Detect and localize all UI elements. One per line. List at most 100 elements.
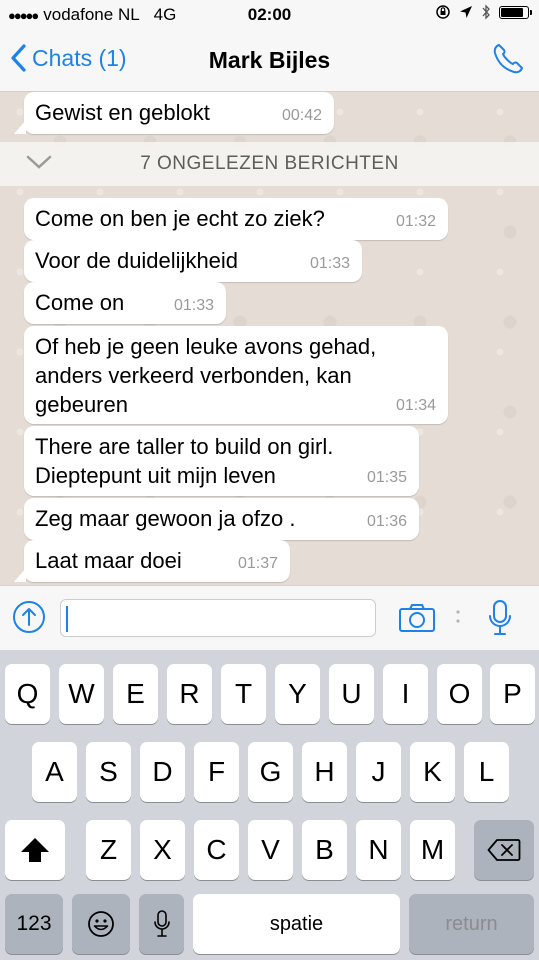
key-g[interactable]: G bbox=[248, 742, 293, 802]
message-bubble: Laat maar doei 01:37 bbox=[14, 540, 290, 582]
message-time: 01:36 bbox=[366, 513, 407, 530]
divider-dots bbox=[455, 608, 461, 633]
key-label: Q bbox=[16, 678, 39, 709]
microphone-icon bbox=[489, 600, 511, 635]
message-time: 01:33 bbox=[173, 297, 214, 314]
space-key[interactable]: spatie bbox=[193, 894, 400, 954]
key-a[interactable]: A bbox=[32, 742, 77, 802]
key-label: I bbox=[401, 678, 410, 709]
emoji-icon bbox=[88, 911, 114, 937]
key-label: F bbox=[207, 756, 226, 787]
key-t[interactable]: T bbox=[221, 664, 266, 724]
key-e[interactable]: E bbox=[113, 664, 158, 724]
message-time: 01:35 bbox=[366, 469, 407, 486]
shift-key[interactable] bbox=[5, 820, 65, 880]
key-label: G bbox=[259, 756, 282, 787]
message-time: 00:42 bbox=[281, 107, 322, 124]
chevron-down-icon bbox=[26, 155, 52, 169]
backspace-icon bbox=[487, 839, 521, 861]
key-label: D bbox=[152, 756, 173, 787]
key-w[interactable]: W bbox=[59, 664, 104, 724]
return-key[interactable]: return bbox=[409, 894, 534, 954]
message-time: 01:32 bbox=[395, 213, 436, 230]
key-label: W bbox=[68, 678, 95, 709]
key-q[interactable]: Q bbox=[5, 664, 50, 724]
message-text: Come on ben je echt zo ziek? bbox=[35, 206, 325, 231]
message-bubble: Voor de duidelijkheid 01:33 bbox=[24, 240, 362, 282]
key-l[interactable]: L bbox=[464, 742, 509, 802]
key-r[interactable]: R bbox=[167, 664, 212, 724]
key-k[interactable]: K bbox=[410, 742, 455, 802]
key-i[interactable]: I bbox=[383, 664, 428, 724]
key-label: Y bbox=[288, 678, 307, 709]
chat-header: Chats (1) Mark Bijles bbox=[0, 30, 539, 92]
key-p[interactable]: P bbox=[490, 664, 535, 724]
key-label: J bbox=[371, 756, 386, 787]
message-text: Zeg maar gewoon ja ofzo . bbox=[35, 506, 296, 531]
bluetooth-icon bbox=[482, 4, 490, 20]
dictation-key[interactable] bbox=[139, 894, 184, 954]
key-x[interactable]: X bbox=[140, 820, 185, 880]
key-label: B bbox=[315, 834, 334, 865]
camera-button[interactable] bbox=[398, 603, 436, 638]
numbers-key[interactable]: 123 bbox=[5, 894, 63, 954]
location-icon bbox=[460, 6, 472, 18]
key-label: R bbox=[179, 678, 200, 709]
key-label: K bbox=[423, 756, 442, 787]
chat-area[interactable]: Gewist en geblokt 00:42 7 ONGELEZEN BERI… bbox=[0, 92, 539, 585]
shift-arrow-icon bbox=[21, 838, 49, 862]
contact-name[interactable]: Mark Bijles bbox=[0, 47, 539, 74]
message-bubble: Of heb je geen leuke avons gehad, anders… bbox=[24, 326, 448, 424]
camera-icon bbox=[399, 604, 435, 632]
message-time: 01:33 bbox=[309, 255, 350, 272]
message-bubble: Come on 01:33 bbox=[24, 282, 226, 324]
key-label: U bbox=[341, 678, 362, 709]
emoji-key[interactable] bbox=[72, 894, 130, 954]
key-label: N bbox=[368, 834, 389, 865]
key-c[interactable]: C bbox=[194, 820, 239, 880]
message-text: Gewist en geblokt bbox=[35, 100, 210, 125]
key-s[interactable]: S bbox=[86, 742, 131, 802]
key-label: M bbox=[420, 834, 445, 865]
unread-messages-banner: 7 ONGELEZEN BERICHTEN bbox=[0, 142, 539, 186]
key-u[interactable]: U bbox=[329, 664, 374, 724]
key-m[interactable]: M bbox=[410, 820, 455, 880]
key-label: S bbox=[99, 756, 118, 787]
message-text: Of heb je geen leuke avons gehad, anders… bbox=[35, 334, 377, 417]
message-time: 01:34 bbox=[395, 397, 436, 414]
backspace-key[interactable] bbox=[474, 820, 534, 880]
share-icon bbox=[13, 601, 45, 633]
keyboard: Q W E R T Y U I O P A S D F G H J K L Z … bbox=[0, 650, 539, 960]
key-n[interactable]: N bbox=[356, 820, 401, 880]
key-label: H bbox=[314, 756, 335, 787]
key-label: C bbox=[206, 834, 227, 865]
message-time: 01:37 bbox=[237, 555, 278, 572]
key-d[interactable]: D bbox=[140, 742, 185, 802]
key-label: T bbox=[234, 678, 253, 709]
message-bubble: There are taller to build on girl. Diept… bbox=[24, 426, 419, 496]
key-z[interactable]: Z bbox=[86, 820, 131, 880]
message-composer bbox=[0, 585, 539, 650]
message-input[interactable] bbox=[60, 599, 376, 637]
key-b[interactable]: B bbox=[302, 820, 347, 880]
message-text: Voor de duidelijkheid bbox=[35, 248, 239, 273]
key-label: spatie bbox=[269, 913, 324, 935]
key-label: return bbox=[445, 913, 498, 935]
key-v[interactable]: V bbox=[248, 820, 293, 880]
key-j[interactable]: J bbox=[356, 742, 401, 802]
key-label: E bbox=[126, 678, 145, 709]
key-f[interactable]: F bbox=[194, 742, 239, 802]
key-h[interactable]: H bbox=[302, 742, 347, 802]
key-y[interactable]: Y bbox=[275, 664, 320, 724]
message-text: There are taller to build on girl. Diept… bbox=[35, 434, 334, 488]
share-button[interactable] bbox=[12, 600, 46, 639]
call-button[interactable] bbox=[491, 42, 525, 81]
key-label: L bbox=[478, 756, 495, 787]
message-bubble: Gewist en geblokt 00:42 bbox=[14, 92, 334, 134]
text-cursor bbox=[66, 606, 68, 632]
battery-level bbox=[501, 7, 523, 17]
key-o[interactable]: O bbox=[437, 664, 482, 724]
voice-message-button[interactable] bbox=[487, 599, 513, 642]
phone-icon bbox=[493, 44, 523, 74]
status-bar: ●●●●● vodafone NL 4G 02:00 bbox=[0, 0, 539, 30]
